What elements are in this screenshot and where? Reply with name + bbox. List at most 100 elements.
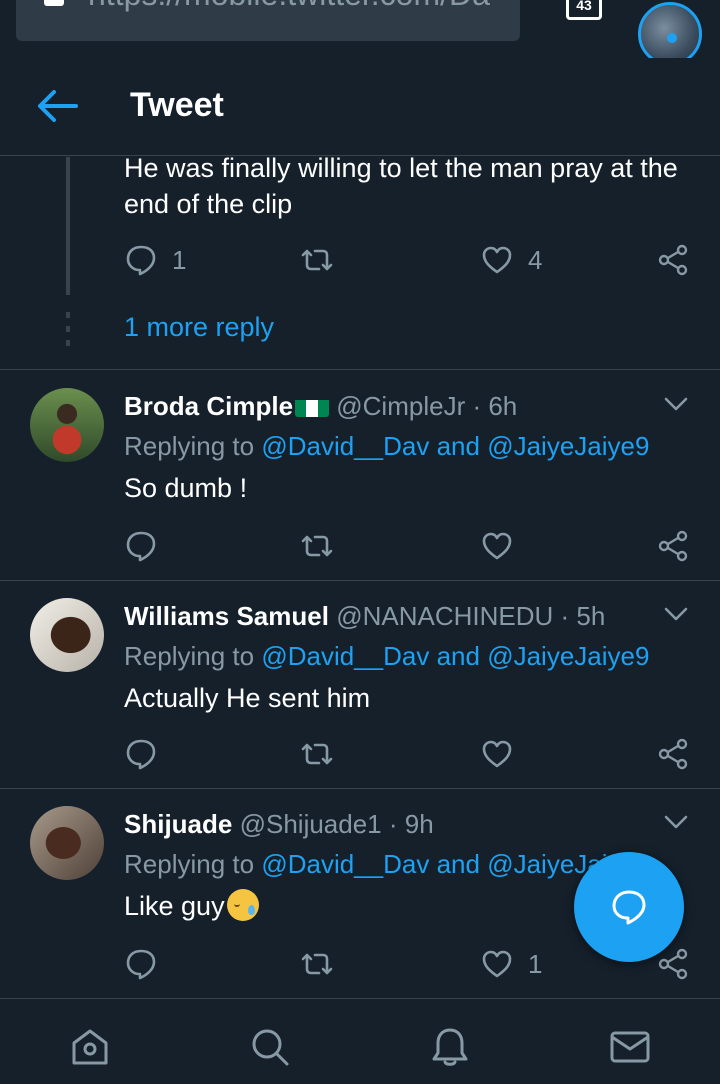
replying-prefix: Replying to bbox=[124, 641, 255, 671]
tweet-text: Actually He sent him bbox=[124, 683, 371, 713]
retweet-icon bbox=[301, 743, 333, 765]
tweet-actions bbox=[124, 734, 694, 774]
like-button[interactable] bbox=[480, 734, 514, 774]
retweet-icon bbox=[301, 953, 333, 975]
speech-bubble-icon bbox=[126, 949, 156, 980]
retweet-button[interactable] bbox=[300, 526, 334, 566]
more-replies-link[interactable]: 1 more reply bbox=[124, 312, 274, 343]
envelope-icon bbox=[610, 1031, 650, 1063]
user-name[interactable]: Williams Samuel bbox=[124, 601, 329, 631]
thread-connector bbox=[66, 157, 70, 295]
retweet-icon bbox=[301, 249, 333, 271]
tweet-time: · 5h bbox=[560, 601, 606, 631]
search-icon bbox=[252, 1029, 289, 1066]
reply-count: 1 bbox=[172, 244, 187, 275]
home-icon bbox=[72, 1029, 108, 1065]
share-button[interactable] bbox=[656, 734, 690, 774]
tweet-actions bbox=[124, 526, 694, 566]
nav-notifications[interactable] bbox=[428, 1025, 472, 1069]
share-icon bbox=[658, 244, 688, 276]
back-button[interactable] bbox=[36, 88, 80, 124]
chevron-down-icon[interactable] bbox=[662, 808, 690, 836]
speech-bubble-icon bbox=[126, 531, 156, 562]
mention-link[interactable]: @David__Dav bbox=[261, 431, 429, 461]
bell-icon bbox=[432, 1028, 468, 1066]
share-button[interactable] bbox=[656, 240, 690, 280]
avatar[interactable] bbox=[30, 388, 104, 462]
tweet-time: · 9h bbox=[388, 809, 434, 839]
heart-icon bbox=[482, 740, 512, 768]
and-word: and bbox=[436, 641, 480, 671]
chevron-down-icon[interactable] bbox=[662, 390, 690, 418]
sad-face-emoji-icon bbox=[226, 889, 259, 921]
share-icon bbox=[658, 948, 688, 980]
speech-bubble-icon bbox=[126, 245, 156, 276]
page-title: Tweet bbox=[130, 86, 224, 124]
url-text: https://mobile.twitter.com/Da bbox=[88, 0, 490, 13]
bottom-navigation bbox=[0, 998, 720, 1084]
replying-to: Replying to @David__Dav and @JaiyeJaiye9 bbox=[124, 428, 649, 464]
nav-search[interactable] bbox=[248, 1025, 292, 1069]
reply-tweet[interactable]: Williams Samuel @NANACHINEDU · 5h Replyi… bbox=[0, 598, 720, 786]
retweet-icon bbox=[301, 535, 333, 557]
and-word: and bbox=[436, 849, 480, 879]
user-handle[interactable]: @CimpleJr bbox=[336, 391, 465, 421]
divider bbox=[0, 580, 720, 581]
divider bbox=[0, 369, 720, 370]
reply-button[interactable] bbox=[124, 944, 158, 984]
retweet-button[interactable] bbox=[300, 944, 334, 984]
avatar[interactable] bbox=[30, 806, 104, 880]
lock-icon bbox=[44, 0, 64, 6]
share-button[interactable] bbox=[656, 526, 690, 566]
user-handle[interactable]: @Shijuade1 bbox=[240, 809, 382, 839]
thread-dots bbox=[66, 312, 70, 352]
tweet-text-content: Like guy bbox=[124, 891, 225, 921]
mention-link[interactable]: @David__Dav bbox=[261, 641, 429, 671]
like-button[interactable] bbox=[480, 526, 514, 566]
thread-tweet-text: He was finally willing to let the man pr… bbox=[124, 153, 678, 219]
mention-link[interactable]: @David__Dav bbox=[261, 849, 429, 879]
user-name[interactable]: Broda Cimple bbox=[124, 391, 293, 421]
replying-to: Replying to @David__Dav and @JaiyeJaiye9 bbox=[124, 638, 649, 674]
like-button[interactable]: 1 bbox=[480, 944, 542, 984]
mention-link[interactable]: @JaiyeJaiye9 bbox=[487, 431, 649, 461]
tweet-header: Broda Cimple @CimpleJr · 6h bbox=[124, 388, 664, 424]
and-word: and bbox=[436, 431, 480, 461]
reply-button[interactable] bbox=[124, 526, 158, 566]
heart-icon bbox=[482, 532, 512, 560]
arrow-left-icon bbox=[38, 90, 78, 122]
replying-to: Replying to @David__Dav and @JaiyeJaiye9 bbox=[124, 846, 649, 882]
tweet-header: Shijuade @Shijuade1 · 9h bbox=[124, 806, 664, 842]
user-name[interactable]: Shijuade bbox=[124, 809, 232, 839]
reply-button[interactable]: 1 bbox=[124, 240, 186, 280]
heart-icon bbox=[482, 950, 512, 978]
compose-reply-icon bbox=[612, 890, 646, 925]
tweet-text: Like guy bbox=[124, 888, 259, 924]
replying-prefix: Replying to bbox=[124, 431, 255, 461]
share-icon bbox=[658, 738, 688, 770]
heart-icon bbox=[482, 246, 512, 274]
retweet-button[interactable] bbox=[300, 240, 334, 280]
browser-bar: https://mobile.twitter.com/Da 43 bbox=[0, 0, 720, 66]
tab-count-button[interactable]: 43 bbox=[566, 0, 602, 20]
page-header: Tweet bbox=[0, 58, 720, 156]
user-handle[interactable]: @NANACHINEDU bbox=[336, 601, 553, 631]
mention-link[interactable]: @JaiyeJaiye9 bbox=[487, 641, 649, 671]
tweet-text: So dumb ! bbox=[124, 473, 248, 503]
avatar[interactable] bbox=[30, 598, 104, 672]
chevron-down-icon[interactable] bbox=[662, 600, 690, 628]
retweet-button[interactable] bbox=[300, 734, 334, 774]
reply-button[interactable] bbox=[124, 734, 158, 774]
divider bbox=[0, 788, 720, 789]
nav-home[interactable] bbox=[68, 1025, 112, 1069]
reply-tweet[interactable]: Broda Cimple @CimpleJr · 6h Replying to … bbox=[0, 388, 720, 578]
nav-messages[interactable] bbox=[608, 1025, 652, 1069]
nigeria-flag-icon bbox=[295, 395, 330, 417]
profile-avatar[interactable] bbox=[638, 2, 702, 66]
url-bar[interactable]: https://mobile.twitter.com/Da bbox=[16, 0, 520, 41]
like-button[interactable]: 4 bbox=[480, 240, 542, 280]
tweet-header: Williams Samuel @NANACHINEDU · 5h bbox=[124, 598, 664, 634]
share-icon bbox=[658, 530, 688, 562]
replying-prefix: Replying to bbox=[124, 849, 255, 879]
compose-reply-button[interactable] bbox=[574, 852, 684, 962]
